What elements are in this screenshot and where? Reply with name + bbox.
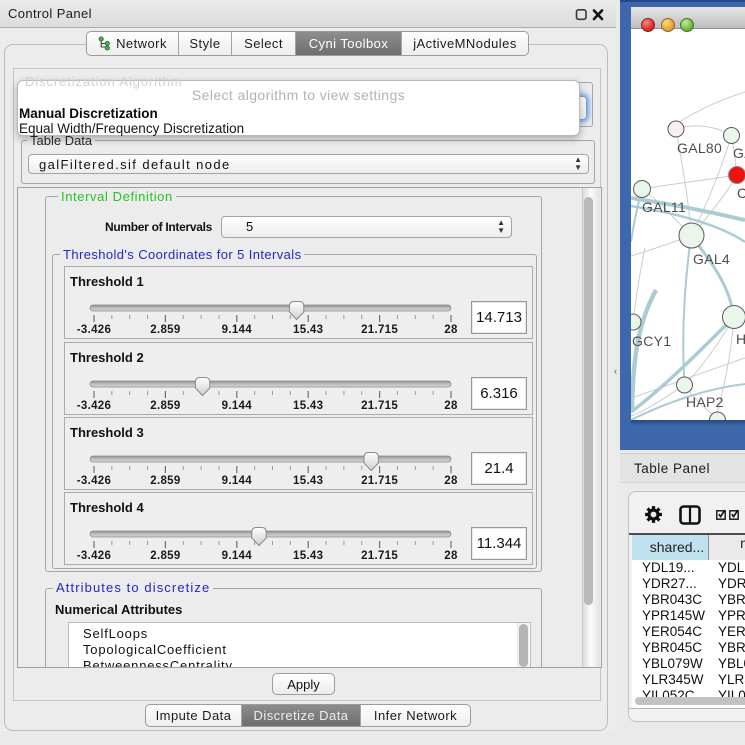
svg-text:HAP2: HAP2 [686, 394, 724, 410]
svg-text:21.715: 21.715 [361, 475, 398, 487]
svg-text:9.144: 9.144 [222, 324, 253, 336]
svg-text:21.715: 21.715 [361, 324, 398, 336]
svg-text:15.43: 15.43 [293, 324, 323, 336]
svg-text:28: 28 [444, 550, 458, 562]
svg-text:28: 28 [444, 475, 458, 487]
svg-text:9.144: 9.144 [222, 400, 253, 412]
svg-text:HA: HA [736, 331, 745, 347]
svg-text:GCY1: GCY1 [632, 333, 671, 349]
svg-text:15.43: 15.43 [293, 400, 323, 412]
svg-text:GA: GA [733, 145, 745, 161]
svg-text:9.144: 9.144 [222, 550, 253, 562]
svg-text:GAL4: GAL4 [693, 251, 730, 267]
svg-text:15.43: 15.43 [293, 550, 323, 562]
svg-text:2.859: 2.859 [150, 400, 180, 412]
svg-text:-3.426: -3.426 [77, 550, 111, 562]
svg-text:21.715: 21.715 [361, 550, 398, 562]
svg-text:GAL80: GAL80 [677, 140, 722, 156]
svg-text:-3.426: -3.426 [77, 475, 111, 487]
svg-text:2.859: 2.859 [150, 324, 180, 336]
svg-text:-3.426: -3.426 [77, 324, 111, 336]
svg-text:-3.426: -3.426 [77, 400, 111, 412]
svg-text:15.43: 15.43 [293, 475, 323, 487]
svg-text:21.715: 21.715 [361, 400, 398, 412]
svg-text:28: 28 [444, 324, 458, 336]
svg-text:GAL11: GAL11 [642, 199, 686, 215]
svg-text:9.144: 9.144 [222, 475, 253, 487]
svg-text:CY: CY [737, 185, 745, 201]
svg-text:2.859: 2.859 [150, 550, 180, 562]
svg-text:28: 28 [444, 400, 458, 412]
svg-text:2.859: 2.859 [150, 475, 180, 487]
